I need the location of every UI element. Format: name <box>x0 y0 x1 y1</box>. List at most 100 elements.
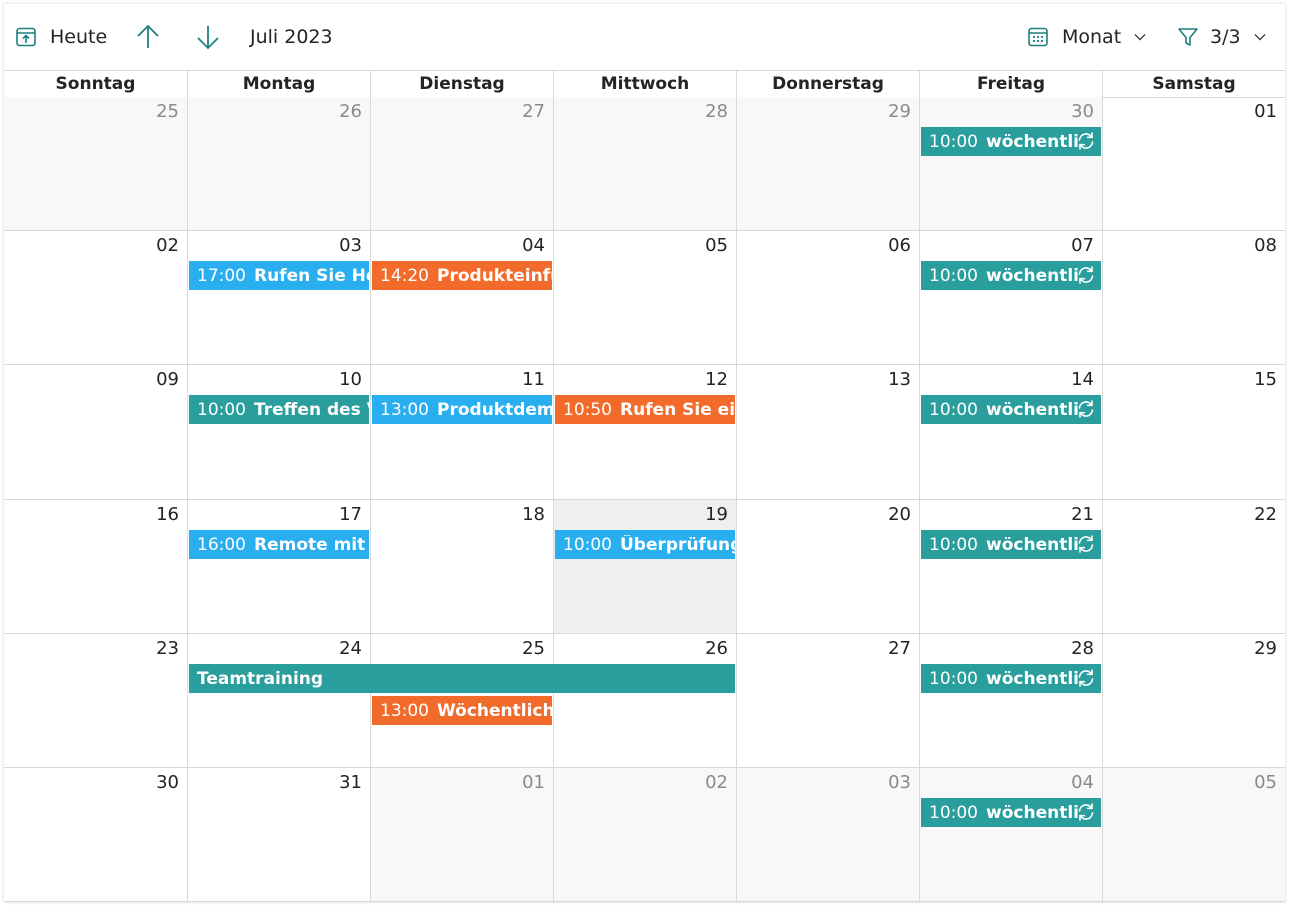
weekday-header-1: Sonntag <box>55 74 136 94</box>
day-cell[interactable]: 10 <box>187 365 370 500</box>
recurring-icon <box>1075 801 1097 823</box>
day-number: 30 <box>156 772 179 793</box>
day-number: 15 <box>1254 369 1277 390</box>
day-cell[interactable]: 29 <box>736 97 919 231</box>
day-number: 03 <box>888 772 911 793</box>
day-cell[interactable]: 30 <box>4 768 187 902</box>
day-cell[interactable]: 21 <box>919 500 1102 634</box>
filter-icon <box>1176 25 1200 49</box>
day-number: 24 <box>339 638 362 659</box>
day-cell[interactable]: 09 <box>4 365 187 500</box>
day-cell[interactable]: 16 <box>4 500 187 634</box>
chevron-down-icon <box>1133 32 1147 42</box>
day-number: 02 <box>156 235 179 256</box>
day-cell[interactable]: 28 <box>919 634 1102 768</box>
day-cell[interactable]: 13 <box>736 365 919 500</box>
weekday-header-4: Mittwoch <box>553 71 736 97</box>
day-cell[interactable]: 18 <box>370 500 553 634</box>
chevron-down-icon <box>1253 32 1267 42</box>
event-time: 10:50 <box>563 399 612 420</box>
event[interactable]: 13:00 Wöchentliche <box>372 696 552 725</box>
day-number: 05 <box>705 235 728 256</box>
previous-button[interactable] <box>134 22 162 52</box>
day-cell[interactable]: 31 <box>187 768 370 902</box>
view-label: Monat <box>1062 26 1122 48</box>
day-number: 28 <box>1071 638 1094 659</box>
day-cell[interactable]: 08 <box>1102 231 1285 365</box>
day-cell[interactable]: 24 <box>187 634 370 768</box>
day-cell[interactable]: 26 <box>187 97 370 231</box>
event[interactable]: 10:50 Rufen Sie ein <box>555 395 735 424</box>
day-cell[interactable]: 23 <box>4 634 187 768</box>
day-number: 22 <box>1254 504 1277 525</box>
day-cell[interactable]: 25 <box>4 97 187 231</box>
day-cell[interactable]: 26 <box>553 634 736 768</box>
event[interactable]: 10:00 wöchentlich <box>921 798 1101 827</box>
day-cell[interactable]: 27 <box>370 97 553 231</box>
calendar-frame: Heute Juli 2023 Monat 3/3 Sonntag Montag… <box>4 4 1285 902</box>
day-cell[interactable]: 04 <box>919 768 1102 902</box>
event[interactable]: 10:00 wöchentlich <box>921 127 1101 156</box>
day-cell[interactable]: 03 <box>187 231 370 365</box>
day-number: 03 <box>339 235 362 256</box>
filter-label: 3/3 <box>1210 26 1241 48</box>
day-cell[interactable]: 27 <box>736 634 919 768</box>
day-cell[interactable]: 22 <box>1102 500 1285 634</box>
day-cell[interactable]: 01 <box>1102 97 1285 231</box>
day-number: 25 <box>156 101 179 122</box>
event[interactable]: Teamtraining <box>189 664 735 693</box>
day-number: 30 <box>1071 101 1094 122</box>
event-title: Rufen Sie Herrn <box>254 265 369 286</box>
event[interactable]: 10:00 Überprüfung <box>555 530 735 559</box>
day-number: 05 <box>1254 772 1277 793</box>
event[interactable]: 10:00 wöchentlich <box>921 395 1101 424</box>
day-cell[interactable]: 12 <box>553 365 736 500</box>
event-time: 10:00 <box>929 802 978 823</box>
day-cell[interactable]: 06 <box>736 231 919 365</box>
day-cell[interactable]: 20 <box>736 500 919 634</box>
day-cell[interactable]: 02 <box>553 768 736 902</box>
next-button[interactable] <box>194 22 222 52</box>
day-cell[interactable]: 19 <box>553 500 736 634</box>
weekday-header-5: Donnerstag <box>736 71 919 97</box>
day-number: 29 <box>888 101 911 122</box>
day-cell[interactable]: 17 <box>187 500 370 634</box>
event[interactable]: 13:00 Produktdemo <box>372 395 552 424</box>
event[interactable]: 14:20 Produkteinführung <box>372 261 552 290</box>
day-cell[interactable]: 02 <box>4 231 187 365</box>
day-cell[interactable]: 14 <box>919 365 1102 500</box>
event[interactable]: 10:00 wöchentlich <box>921 261 1101 290</box>
arrow-down-icon <box>194 23 222 51</box>
day-cell[interactable]: 15 <box>1102 365 1285 500</box>
event-time: 17:00 <box>197 265 246 286</box>
event-title: wöchentlich <box>986 534 1078 555</box>
view-selector[interactable]: Monat <box>1026 22 1147 52</box>
day-cell[interactable]: 28 <box>553 97 736 231</box>
day-cell[interactable]: 03 <box>736 768 919 902</box>
event[interactable]: 10:00 Treffen des Vorstands <box>189 395 369 424</box>
recurring-icon <box>1075 667 1097 689</box>
event-time: 13:00 <box>380 700 429 721</box>
day-cell[interactable]: 29 <box>1102 634 1285 768</box>
today-button[interactable]: Heute <box>14 22 107 52</box>
event-title: Teamtraining <box>197 668 324 689</box>
event[interactable]: 10:00 wöchentlich <box>921 530 1101 559</box>
day-number: 08 <box>1254 235 1277 256</box>
day-cell[interactable]: 11 <box>370 365 553 500</box>
day-number: 04 <box>522 235 545 256</box>
day-number: 23 <box>156 638 179 659</box>
day-cell[interactable]: 04 <box>370 231 553 365</box>
day-cell[interactable]: 01 <box>370 768 553 902</box>
day-cell[interactable]: 05 <box>553 231 736 365</box>
event[interactable]: 10:00 wöchentlich <box>921 664 1101 693</box>
weekday-header-3: Dienstag <box>370 71 553 97</box>
filter-button[interactable]: 3/3 <box>1176 22 1267 52</box>
current-month-label[interactable]: Juli 2023 <box>250 22 333 52</box>
day-cell[interactable]: 30 <box>919 97 1102 231</box>
day-number: 17 <box>339 504 362 525</box>
event[interactable]: 16:00 Remote mit dem <box>189 530 369 559</box>
event[interactable]: 17:00 Rufen Sie Herrn <box>189 261 369 290</box>
event-time: 16:00 <box>197 534 246 555</box>
day-cell[interactable]: 05 <box>1102 768 1285 902</box>
day-cell[interactable]: 07 <box>919 231 1102 365</box>
